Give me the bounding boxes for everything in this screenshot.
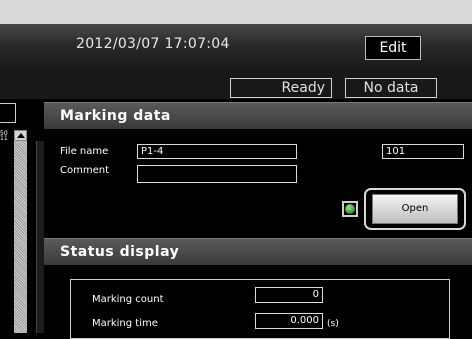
- marking-count-label: Marking count: [92, 294, 164, 305]
- side-mini-label: 50 11: [0, 131, 12, 142]
- side-divider: [36, 141, 44, 333]
- marking-time-label: Marking time: [92, 318, 158, 329]
- side-mini-label-bottom: 11: [0, 135, 8, 142]
- scrollbar-track[interactable]: [14, 141, 27, 333]
- status-led-icon: [345, 204, 355, 214]
- file-name-label: File name: [60, 146, 109, 157]
- data-status-indicator: No data: [345, 78, 437, 98]
- file-name-field[interactable]: P1-4: [137, 144, 297, 159]
- comment-field[interactable]: [137, 165, 297, 183]
- marking-time-unit: (s): [327, 319, 339, 329]
- number-field[interactable]: 101: [382, 144, 464, 159]
- datetime-display: 2012/03/07 17:07:04: [76, 36, 230, 52]
- comment-label: Comment: [60, 165, 109, 176]
- top-strip: [0, 0, 472, 24]
- marking-count-value: 0: [255, 287, 323, 303]
- edit-button[interactable]: Edit: [365, 36, 421, 60]
- scroll-up-icon[interactable]: [14, 130, 27, 141]
- marking-data-title: Marking data: [60, 108, 171, 124]
- marking-time-value: 0.000: [255, 313, 323, 329]
- ready-status-indicator: Ready: [230, 78, 332, 98]
- open-button[interactable]: Open: [372, 194, 458, 224]
- status-display-title: Status display: [60, 244, 180, 260]
- side-field[interactable]: [0, 103, 16, 123]
